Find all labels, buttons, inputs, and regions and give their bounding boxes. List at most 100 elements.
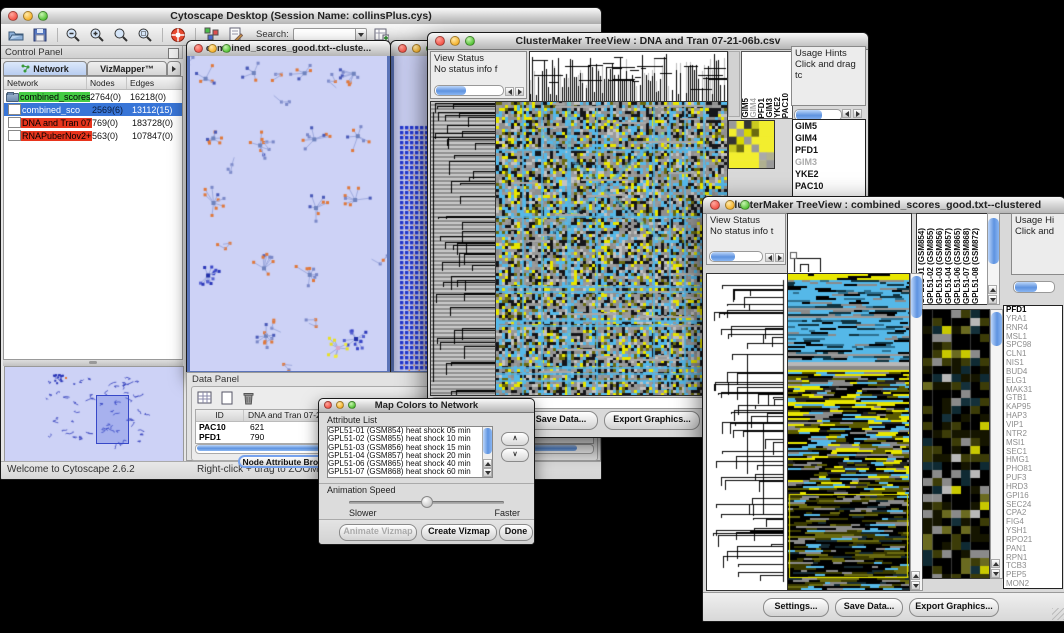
- global-heatmap-canvas[interactable]: [787, 273, 910, 591]
- minimize-button[interactable]: [725, 200, 735, 210]
- gene-label[interactable]: GIM4: [793, 132, 865, 144]
- scrollbar-thumb[interactable]: [436, 86, 466, 95]
- network-overview-panel[interactable]: [4, 366, 184, 463]
- float-panel-icon[interactable]: [168, 48, 179, 59]
- scroll-down-icon[interactable]: [911, 581, 920, 590]
- gene-label[interactable]: MON2: [1004, 580, 1062, 589]
- move-down-button[interactable]: ∨: [501, 448, 529, 462]
- minimize-button[interactable]: [450, 36, 460, 46]
- gene-label[interactable]: GIM3: [793, 156, 865, 168]
- column-label[interactable]: GPL51-08 (GSM872): [971, 228, 980, 304]
- column-label[interactable]: GPL51-02 (GSM855): [926, 228, 935, 304]
- close-button[interactable]: [8, 11, 18, 21]
- zoom-button[interactable]: [740, 200, 750, 210]
- help-lifesaver-icon[interactable]: [169, 27, 187, 43]
- column-dendrogram-area[interactable]: [787, 213, 912, 275]
- zoom-selected-icon[interactable]: [136, 27, 154, 43]
- gene-label[interactable]: YKE2: [793, 168, 865, 180]
- zoom-button[interactable]: [348, 401, 356, 409]
- network-list-row[interactable]: RNAPuberNov2+563(0)107847(0): [4, 129, 182, 142]
- column-label[interactable]: GPL51-06 (GSM865): [953, 228, 962, 304]
- scrollbar-thumb[interactable]: [483, 428, 492, 454]
- column-header-network[interactable]: Network: [4, 77, 87, 89]
- correlation-mini-heatmap[interactable]: [728, 120, 775, 169]
- network1-canvas[interactable]: [190, 56, 387, 371]
- open-folder-icon[interactable]: [7, 27, 25, 43]
- resize-grip-icon[interactable]: [1052, 608, 1064, 620]
- network-list-row[interactable]: DNA and Tran 07769(0)183728(0): [4, 116, 182, 129]
- animate-vizmap-button[interactable]: Animate Vizmap: [339, 524, 417, 541]
- scrollbar-thumb[interactable]: [991, 312, 1002, 346]
- close-button[interactable]: [398, 44, 407, 53]
- save-data-button[interactable]: Save Data...: [835, 598, 903, 617]
- status-hscrollbar[interactable]: [709, 251, 763, 262]
- global-heatmap-canvas[interactable]: [495, 101, 728, 396]
- zoom-heatmap-canvas[interactable]: [922, 309, 990, 579]
- scroll-up-icon[interactable]: [911, 571, 920, 580]
- attribute-item[interactable]: GPL51-07 (GSM868) heat shock 60 min: [328, 468, 492, 476]
- scroll-down-icon[interactable]: [483, 468, 492, 477]
- scroll-up-icon[interactable]: [988, 285, 997, 294]
- treeview2-titlebar[interactable]: ClusterMaker TreeView : combined_scores_…: [703, 197, 1064, 214]
- export-graphics-button[interactable]: Export Graphics...: [909, 598, 999, 617]
- close-button[interactable]: [324, 401, 332, 409]
- scrollbar-thumb[interactable]: [988, 218, 999, 264]
- scroll-left-icon[interactable]: [842, 109, 851, 118]
- minimize-button[interactable]: [412, 44, 421, 53]
- column-header-id[interactable]: ID: [196, 410, 244, 421]
- scroll-right-icon[interactable]: [853, 109, 862, 118]
- scrollbar-thumb[interactable]: [911, 276, 922, 318]
- zoom-out-icon[interactable]: [64, 27, 82, 43]
- overview-viewport-rect[interactable]: [96, 395, 129, 444]
- network-list-row[interactable]: combined_scores2764(0)16218(0): [4, 90, 182, 103]
- hints-hscrollbar[interactable]: [1013, 281, 1055, 293]
- done-button[interactable]: Done: [499, 524, 533, 541]
- column-label[interactable]: GPL51-04 (GSM857): [944, 228, 953, 304]
- table-grid-icon[interactable]: [196, 390, 213, 405]
- create-vizmap-button[interactable]: Create Vizmap: [421, 524, 497, 541]
- main-titlebar[interactable]: Cytoscape Desktop (Session Name: collins…: [1, 8, 601, 25]
- zoom-button[interactable]: [465, 36, 475, 46]
- column-header-nodes[interactable]: Nodes: [87, 77, 127, 89]
- zoom-button[interactable]: [38, 11, 48, 21]
- zoom-in-icon[interactable]: [88, 27, 106, 43]
- labels-vscrollbar[interactable]: [987, 213, 1000, 305]
- tab-vizmapper[interactable]: VizMapper™: [87, 61, 167, 76]
- close-button[interactable]: [194, 44, 203, 53]
- close-button[interactable]: [710, 200, 720, 210]
- row-dendrogram-canvas[interactable]: [430, 101, 496, 396]
- minimize-button[interactable]: [23, 11, 33, 21]
- panel-splitter[interactable]: [728, 51, 740, 117]
- column-header-edges[interactable]: Edges: [127, 77, 182, 89]
- close-button[interactable]: [435, 36, 445, 46]
- scrollbar-thumb[interactable]: [1015, 282, 1037, 292]
- scrollbar-thumb[interactable]: [711, 252, 735, 261]
- column-label[interactable]: PAC10: [782, 93, 790, 118]
- scroll-up-icon[interactable]: [483, 459, 492, 468]
- gene-label[interactable]: PAC10: [793, 180, 865, 192]
- animation-speed-slider[interactable]: [349, 501, 504, 504]
- tab-network[interactable]: Network: [3, 61, 87, 76]
- scroll-up-icon[interactable]: [991, 559, 1000, 568]
- trash-icon[interactable]: [240, 390, 257, 405]
- gene-label[interactable]: GIM5: [793, 120, 865, 132]
- column-label[interactable]: GPL51-03 (GSM856): [935, 228, 944, 304]
- scroll-down-icon[interactable]: [988, 295, 997, 304]
- settings-button[interactable]: Settings...: [763, 598, 829, 617]
- network1-titlebar[interactable]: combined_scores_good.txt--cluste...: [187, 41, 390, 57]
- minimize-button[interactable]: [336, 401, 344, 409]
- zoom-fit-icon[interactable]: [112, 27, 130, 43]
- status-hscrollbar[interactable]: [434, 85, 504, 96]
- scroll-right-icon[interactable]: [515, 87, 524, 96]
- save-data-button[interactable]: Save Data...: [524, 411, 598, 430]
- attribute-list-vscrollbar[interactable]: [482, 427, 492, 477]
- scroll-down-icon[interactable]: [991, 569, 1000, 578]
- minimize-button[interactable]: [208, 44, 217, 53]
- slider-thumb[interactable]: [421, 496, 433, 508]
- export-graphics-button[interactable]: Export Graphics...: [604, 411, 700, 430]
- new-document-icon[interactable]: [218, 390, 235, 405]
- move-up-button[interactable]: ∧: [501, 432, 529, 446]
- row-dendrogram-canvas[interactable]: [706, 273, 788, 591]
- gene-label[interactable]: PFD1: [793, 144, 865, 156]
- scroll-left-icon[interactable]: [505, 87, 514, 96]
